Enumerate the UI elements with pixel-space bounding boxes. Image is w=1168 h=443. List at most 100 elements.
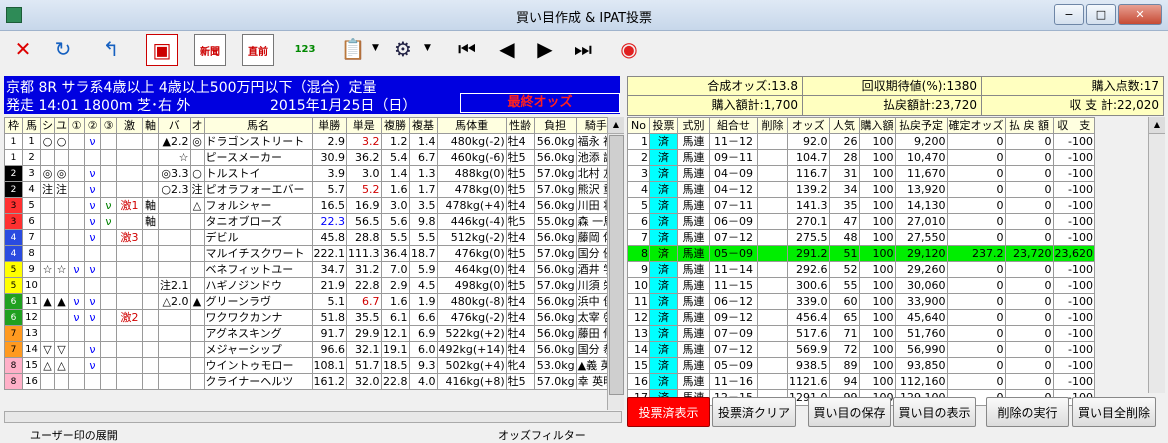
table-row[interactable]: 1 2 ☆ ピースメーカー 30.9 36.2 5.4 6.7 460kg(-6) 牡5 56.0k… [4, 149, 617, 166]
horse-cell-name: ドラゴンストリート [203, 133, 313, 150]
bet-col-header[interactable]: 払戻予定 [894, 117, 948, 134]
bet-table-scrollbar[interactable]: ▲ [1148, 117, 1165, 393]
table-row[interactable]: 16 済馬連 11－16 1121.6 94 100 112,160 0 0 -100 [627, 373, 1095, 390]
table-row[interactable]: 8 済馬連 05－09 291.2 51 100 29,120 237.2 23,720 23,6… [627, 245, 1095, 262]
horse-col-header[interactable]: 単是 [346, 117, 382, 134]
horse-col-header[interactable]: 激 [116, 117, 143, 134]
horse-col-header[interactable]: 複勝 [380, 117, 410, 134]
horse-col-header[interactable]: ② [84, 117, 101, 134]
table-row[interactable]: 7 済馬連 07－12 275.5 48 100 27,550 0 0 -100 [627, 229, 1095, 246]
first-icon[interactable]: ⏮ [452, 34, 482, 64]
settings-icon[interactable]: ⚙ [388, 34, 418, 64]
table-row[interactable]: 5 9 ☆ ☆ ν ν ベネフィットユー 34.7 31.2 7.0 5.9 464kg(0) 牡4 56… [4, 261, 617, 278]
table-row[interactable]: 6 12 ν ν 激2 ワクワクカンナ 51.8 35.5 6.1 6.6 476kg(-2) 牡4 5… [4, 309, 617, 326]
table-row[interactable]: 15 済馬連 05－09 938.5 89 100 93,850 0 0 -100 [627, 357, 1095, 374]
last-icon[interactable]: ⏭ [568, 34, 598, 64]
delete-all-button[interactable]: 買い目全削除 [1072, 397, 1156, 427]
horse-cell-t: 16.5 [311, 197, 347, 214]
direct-button[interactable]: 直前 [242, 34, 274, 66]
settings-dropdown-icon[interactable]: ▼ [424, 43, 431, 53]
table-row[interactable]: 2 済馬連 09－11 104.7 28 100 10,470 0 0 -100 [627, 149, 1095, 166]
table-row[interactable]: 11 済馬連 06－12 339.0 60 100 33,900 0 0 -100 [627, 293, 1095, 310]
maximize-button[interactable]: □ [1086, 4, 1116, 25]
cancel-icon[interactable]: ✕ [8, 34, 38, 64]
horse-col-header[interactable]: シ [40, 117, 55, 134]
table-row[interactable]: 8 16 クライナーヘルツ 161.2 32.0 22.8 4.0 416kg(+8) 牡5 57… [4, 373, 617, 390]
table-row[interactable]: 3 6 ν ν 軸 タニオブローズ 22.3 56.5 5.6 9.8 446kg(-4) 牝5 55.… [4, 213, 617, 230]
horse-table-hscrollbar[interactable] [4, 411, 622, 423]
horse-col-header[interactable]: 性齢 [505, 117, 535, 134]
save-bets-button[interactable]: 買い目の保存 [808, 397, 891, 427]
table-row[interactable]: 2 3 ◎ ◎ ν ◎3.3 ○ トルストイ 3.9 3.0 1.4 1.3 488kg(0) 牡5 57.… [4, 165, 617, 182]
horse-col-header[interactable]: 馬名 [203, 117, 313, 134]
bet-cell-v: 済 [649, 261, 678, 278]
bet-cell-e: 10,470 [894, 149, 948, 166]
horse-col-header[interactable]: ① [68, 117, 85, 134]
refresh-icon[interactable]: ↻ [48, 34, 78, 64]
bet-col-header[interactable]: オッズ [787, 117, 830, 134]
next-icon[interactable]: ▶ [530, 34, 560, 64]
table-row[interactable]: 2 4 注注 ν ○2.3 注ピオラフォーエバー 5.7 5.2 1.6 1.7 478kg(0) 牡… [4, 181, 617, 198]
horse-col-header[interactable]: オ [189, 117, 205, 134]
table-row[interactable]: 4 8 マルイチスクワート 222.1 111.3 36.4 18.7 476kg(0) 牡5 5… [4, 245, 617, 262]
bet-scroll-up-icon[interactable]: ▲ [1149, 117, 1165, 134]
gauge-icon[interactable]: ◉ [614, 34, 644, 64]
table-row[interactable]: 10 済馬連 11－15 300.6 55 100 30,060 0 0 -100 [627, 277, 1095, 294]
prev-icon[interactable]: ◀ [492, 34, 522, 64]
bet-col-header[interactable]: 組合せ [709, 117, 758, 134]
table-row[interactable]: 7 13 アグネスキング 91.7 29.9 12.1 6.9 522kg(+2) 牡4 56.0… [4, 325, 617, 342]
table-row[interactable]: 8 15 △ △ ν ウイントゥモロー 108.1 51.7 18.5 9.3 502kg(+4) 牝… [4, 357, 617, 374]
table-row[interactable]: 1 済馬連 11－12 92.0 26 100 9,200 0 0 -100 [627, 133, 1095, 150]
table-row[interactable]: 5 済馬連 07－11 141.3 35 100 14,130 0 0 -100 [627, 197, 1095, 214]
horse-col-header[interactable]: 馬体重 [436, 117, 507, 134]
bet-col-header[interactable]: 人気 [828, 117, 860, 134]
horse-table-scrollbar[interactable]: ▲ [607, 117, 624, 410]
horse-col-header[interactable]: 軸 [142, 117, 159, 134]
horse-cell-name: ピースメーカー [203, 149, 313, 166]
numbered-list-button[interactable]: 123 [290, 34, 320, 64]
table-row[interactable]: 6 済馬連 06－09 270.1 47 100 27,010 0 0 -100 [627, 213, 1095, 230]
table-row[interactable]: 1 1 ○ ○ ν ▲2.2 ◎ ドラゴンストリート 2.9 3.2 1.2 1.4 480kg(-2)… [4, 133, 617, 150]
table-row[interactable]: 3 済馬連 04－09 116.7 31 100 11,670 0 0 -100 [627, 165, 1095, 182]
table-row[interactable]: 4 済馬連 04－12 139.2 34 100 13,920 0 0 -100 [627, 181, 1095, 198]
table-row[interactable]: 9 済馬連 11－14 292.6 52 100 29,260 0 0 -100 [627, 261, 1095, 278]
clipboard-icon[interactable]: 📋 [338, 34, 368, 64]
horse-col-header[interactable]: 複基 [408, 117, 438, 134]
bet-col-header[interactable]: 購入額 [858, 117, 896, 134]
table-row[interactable]: 4 7 ν 激3 デビル 45.8 28.8 5.5 5.5 512kg(-2) 牡4 56.0kg 藤… [4, 229, 617, 246]
bet-col-header[interactable]: 削除 [757, 117, 788, 134]
scroll-thumb[interactable] [609, 135, 624, 395]
table-row[interactable]: 13 済馬連 07－09 517.6 71 100 51,760 0 0 -100 [627, 325, 1095, 342]
table-row[interactable]: 7 14 ▽ ▽ ν メジャーシップ 96.6 32.1 19.1 6.0 492kg(+14) 牡4… [4, 341, 617, 358]
horse-col-header[interactable]: ③ [100, 117, 117, 134]
close-button[interactable]: ✕ [1118, 4, 1162, 25]
execute-delete-button[interactable]: 削除の実行 [986, 397, 1069, 427]
horse-col-header[interactable]: 単勝 [311, 117, 347, 134]
clipboard-dropdown-icon[interactable]: ▼ [372, 43, 379, 53]
horse-col-header[interactable]: バ [158, 117, 191, 134]
table-row[interactable]: 6 11 ▲ ▲ ν ν △2.0 ▲ グリーンラヴ 5.1 6.7 1.6 1.9 480kg(-8) 牡… [4, 293, 617, 310]
horse-col-header[interactable]: 負担 [533, 117, 577, 134]
vote-done-clear-button[interactable]: 投票済クリア [712, 397, 796, 427]
screen-icon[interactable]: ▣ [146, 34, 178, 66]
newspaper-button[interactable]: 新聞 [194, 34, 226, 66]
horse-col-header[interactable]: 馬 [22, 117, 41, 134]
vote-done-show-button[interactable]: 投票済表示 [627, 397, 710, 427]
bet-col-header[interactable]: 収 支 [1052, 117, 1095, 134]
bet-col-header[interactable]: No [627, 117, 650, 134]
bet-col-header[interactable]: 確定オッズ [946, 117, 1006, 134]
table-row[interactable]: 3 5 ν ν 激1 軸 △ フォルシャー 16.5 16.9 3.0 3.5 478kg(+4) 牡4 5… [4, 197, 617, 214]
bet-col-header[interactable]: 式別 [677, 117, 710, 134]
table-row[interactable]: 14 済馬連 07－12 569.9 72 100 56,990 0 0 -100 [627, 341, 1095, 358]
bet-col-header[interactable]: 投票 [649, 117, 678, 134]
horse-cell-k: 57.0kg [533, 181, 577, 198]
horse-col-header[interactable]: 枠 [4, 117, 23, 134]
undo-icon[interactable]: ↰ [96, 34, 126, 64]
bet-col-header[interactable]: 払 戻 額 [1004, 117, 1054, 134]
minimize-button[interactable]: − [1054, 4, 1084, 25]
table-row[interactable]: 5 10 注2.1 ハギノジンドウ 21.9 22.8 2.9 4.5 498kg(0) 牡5 57… [4, 277, 617, 294]
horse-col-header[interactable]: ユ [54, 117, 69, 134]
show-bets-button[interactable]: 買い目の表示 [893, 397, 976, 427]
table-row[interactable]: 12 済馬連 09－12 456.4 65 100 45,640 0 0 -100 [627, 309, 1095, 326]
scroll-up-icon[interactable]: ▲ [608, 117, 624, 134]
